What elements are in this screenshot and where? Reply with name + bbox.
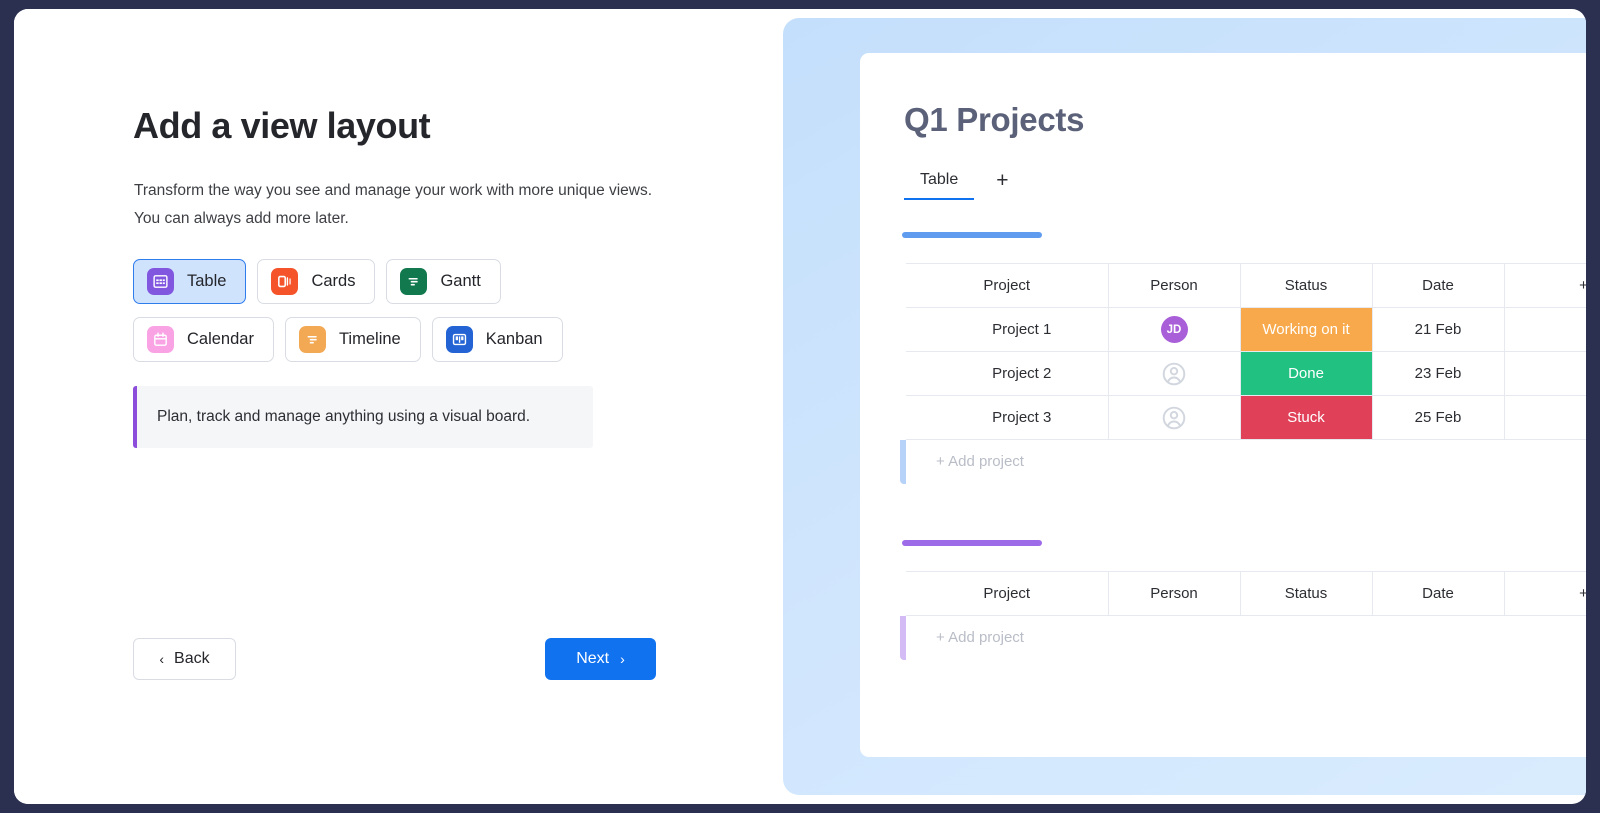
cell-status[interactable]: Done [1239,351,1373,396]
column-header-status[interactable]: Status [1239,571,1373,616]
group-color-bar [902,540,1042,546]
board-card: Q1 Projects Table + Project Person Status D… [860,53,1586,757]
group-table: ProjectPersonStatusDate+Project 1JDWorki… [900,263,1586,484]
cell-status[interactable]: Working on it [1239,307,1373,352]
next-button-label: Next [576,650,610,667]
cell-empty [1503,351,1586,396]
add-column-button[interactable]: + [1503,263,1586,308]
cell-project[interactable]: Project 3 [905,395,1109,440]
column-header-project[interactable]: Project [905,571,1109,616]
chevron-left-icon: ‹ [159,651,165,667]
view-option-label: Kanban [485,330,543,348]
table-row[interactable]: Project 1 JD Working on it 21 Feb [905,307,1586,352]
person-icon [1161,406,1187,429]
group-accent-strip [900,439,906,484]
status-badge: Stuck [1240,396,1372,439]
view-option-table[interactable]: Table [133,259,247,304]
add-project-label[interactable]: + Add project [906,616,1586,660]
view-option-cards[interactable]: Cards [257,259,376,304]
back-button-label: Back [174,650,210,667]
table-row[interactable]: Project 2 Done 23 Feb [905,351,1586,396]
add-tab-button[interactable]: + [986,165,1018,196]
view-option-gantt[interactable]: Gantt [386,259,501,304]
person-icon [1161,362,1187,385]
info-callout: Plan, track and manage anything using a … [133,386,593,448]
back-button[interactable]: ‹ Back [133,638,236,680]
column-header-person[interactable]: Person [1107,263,1241,308]
cell-date[interactable]: 25 Feb [1371,395,1505,440]
view-option-label: Cards [311,272,356,290]
gantt-icon [400,268,428,295]
group-table: ProjectPersonStatusDate++ Add project [900,571,1586,660]
page-subtitle: Transform the way you see and manage you… [134,182,653,227]
status-badge: Working on it [1240,308,1372,351]
timeline-icon [298,326,326,353]
cell-project[interactable]: Project 2 [905,351,1109,396]
cell-project[interactable]: Project 1 [905,307,1109,352]
app-window: Add a view layout Transform the way you … [14,9,1586,804]
board-group-1: ProjectPersonStatusDate+Project 1JDWorki… [900,232,1586,484]
column-header-project[interactable]: Project [905,263,1109,308]
board-title: Q1 Projects [904,101,1085,138]
status-badge: Done [1240,352,1372,395]
cell-date[interactable]: 23 Feb [1371,351,1505,396]
cell-person-avatar[interactable]: JD [1107,307,1241,352]
cell-person-placeholder[interactable] [1107,395,1241,440]
cell-empty [1503,307,1586,352]
column-header-person[interactable]: Person [1107,571,1241,616]
table-icon [147,268,174,295]
board-group-2: ProjectPersonStatusDate++ Add project [900,540,1586,660]
view-layout-options: Table Cards Gantt Calendar Timeline Kanban [133,259,633,362]
left-panel: Add a view layout Transform the way you … [14,9,784,804]
view-option-kanban[interactable]: Kanban [431,317,563,362]
column-header-date[interactable]: Date [1371,571,1505,616]
view-option-timeline[interactable]: Timeline [284,317,421,362]
tab-table[interactable]: Table [904,165,975,200]
add-project-label[interactable]: + Add project [906,440,1586,484]
column-header-date[interactable]: Date [1371,263,1505,308]
chevron-right-icon: › [620,651,625,667]
view-option-label: Gantt [440,272,481,290]
cell-person-placeholder[interactable] [1107,351,1241,396]
calendar-icon [147,326,174,353]
avatar: JD [1160,316,1188,343]
group-color-bar [902,232,1042,238]
add-project-row[interactable]: + Add project [906,440,1586,484]
table-header-row: ProjectPersonStatusDate+ [905,571,1586,616]
cell-date[interactable]: 21 Feb [1371,307,1505,352]
group-accent-strip [900,615,906,660]
view-option-label: Timeline [338,330,401,348]
cards-icon [271,268,299,295]
cell-empty [1503,395,1586,440]
board-preview-panel: Q1 Projects Table + Project Person Status D… [783,18,1586,795]
board-tabs: Table + [904,165,1019,200]
add-project-row[interactable]: + Add project [906,616,1586,660]
info-callout-text: Plan, track and manage anything using a … [157,408,531,425]
view-option-label: Table [187,272,227,290]
cell-status[interactable]: Stuck [1239,395,1373,440]
page-title: Add a view layout [133,105,431,146]
kanban-icon [445,326,473,353]
column-header-status[interactable]: Status [1239,263,1373,308]
table-header-row: ProjectPersonStatusDate+ [905,263,1586,308]
next-button[interactable]: Next › [545,638,656,680]
table-row[interactable]: Project 3 Stuck 25 Feb [905,395,1586,440]
view-option-calendar[interactable]: Calendar [133,317,274,362]
view-option-label: Calendar [187,330,254,348]
add-column-button[interactable]: + [1503,571,1586,616]
